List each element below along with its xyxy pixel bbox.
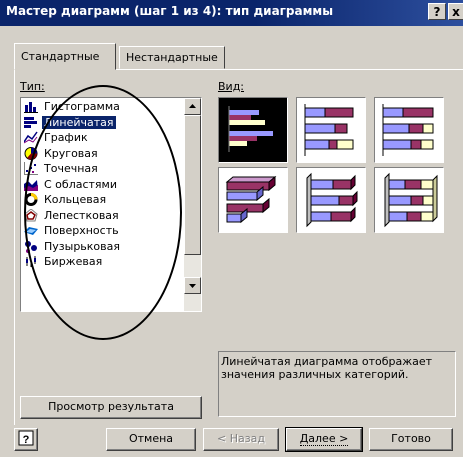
finish-button[interactable]: Готово — [369, 428, 453, 451]
3d-percent-stacked-bar-thumbnail — [384, 172, 438, 228]
subtype-3d-clustered-bar[interactable] — [218, 167, 288, 233]
column-chart-icon — [24, 102, 38, 113]
tab-standard-label: Стандартные — [21, 50, 100, 63]
subtype-100-stacked-bar[interactable] — [374, 97, 444, 163]
subtype-3d-100-stacked-bar[interactable] — [374, 167, 444, 233]
list-item[interactable]: Круговая — [22, 146, 184, 162]
scroll-up-button[interactable] — [184, 98, 201, 115]
line-chart-icon — [24, 131, 38, 144]
title-bar: Мастер диаграмм (шаг 1 из 4): тип диагра… — [0, 0, 463, 26]
list-item[interactable]: Лепестковая — [22, 208, 184, 224]
list-item-label: Поверхность — [44, 224, 119, 237]
chart-wizard-dialog: Мастер диаграмм (шаг 1 из 4): тип диагра… — [0, 0, 463, 457]
bar-chart-icon — [24, 116, 37, 128]
view-label-text: Вид: — [218, 80, 245, 93]
list-item[interactable]: Поверхность — [22, 223, 184, 239]
next-button[interactable]: Далее > — [285, 427, 363, 452]
chart-description: Линейчатая диаграмма отображает значения… — [218, 351, 456, 417]
list-item[interactable]: Гистограмма — [22, 99, 184, 115]
help-title-button[interactable]: ? — [428, 3, 446, 20]
tab-custom[interactable]: Нестандартные — [119, 46, 225, 69]
pie-chart-icon — [24, 146, 38, 160]
3d-stacked-bar-thumbnail — [306, 172, 358, 228]
help-icon: ? — [18, 430, 34, 446]
scroll-thumb[interactable] — [184, 115, 201, 255]
list-item[interactable]: Биржевая — [22, 254, 184, 270]
list-item[interactable]: С областями — [22, 177, 184, 193]
list-item-label: Линейчатая — [42, 115, 116, 129]
scroll-down-button[interactable] — [184, 277, 201, 294]
list-scrollbar[interactable] — [184, 98, 201, 311]
cancel-button[interactable]: Отмена — [106, 428, 196, 451]
down-arrow-icon — [189, 284, 196, 288]
list-item-label: Биржевая — [44, 255, 103, 268]
list-item-label: Кольцевая — [44, 193, 107, 206]
3d-clustered-bar-thumbnail — [225, 175, 277, 224]
chart-type-list[interactable]: Гистограмма Линейчатая График Круговая Т… — [20, 97, 202, 312]
clustered-bar-thumbnail — [228, 106, 273, 152]
list-item-label: Круговая — [44, 146, 98, 160]
list-item[interactable]: График — [22, 130, 184, 146]
list-item-label: Лепестковая — [44, 208, 119, 222]
subtype-3d-stacked-bar[interactable] — [296, 167, 366, 233]
percent-stacked-bar-thumbnail — [382, 104, 434, 156]
svg-text:?: ? — [23, 434, 30, 446]
tab-standard[interactable]: Стандартные — [14, 43, 116, 70]
subtype-clustered-bar[interactable] — [218, 97, 288, 163]
doughnut-chart-icon — [24, 193, 38, 206]
list-item-label: График — [44, 131, 88, 144]
subtype-stacked-bar[interactable] — [296, 97, 366, 163]
view-label: Вид: — [218, 80, 244, 93]
close-button[interactable]: x — [448, 3, 463, 20]
list-item[interactable]: Линейчатая — [22, 115, 184, 131]
type-label: Тип: — [20, 80, 45, 93]
preview-button[interactable]: Просмотр результата — [20, 396, 202, 419]
list-item-label: Гистограмма — [44, 100, 120, 113]
help-button[interactable]: ? — [14, 428, 38, 451]
radar-chart-icon — [24, 208, 38, 221]
bubble-chart-icon — [25, 240, 37, 253]
list-item-label: Точечная — [44, 162, 98, 175]
stacked-bar-thumbnail — [304, 104, 354, 156]
next-button-label: Далее > — [299, 432, 349, 446]
area-chart-icon — [24, 179, 38, 191]
window-title: Мастер диаграмм (шаг 1 из 4): тип диагра… — [6, 4, 334, 18]
list-item[interactable]: Пузырьковая — [22, 239, 184, 255]
up-arrow-icon — [189, 104, 196, 108]
list-item-label: С областями — [44, 177, 117, 191]
back-button[interactable]: < Назад — [203, 428, 279, 451]
stock-chart-icon — [26, 256, 36, 267]
list-item[interactable]: Точечная — [22, 161, 184, 177]
type-label-text: Тип: — [20, 80, 45, 93]
surface-chart-icon — [24, 227, 38, 235]
scatter-chart-icon — [24, 162, 38, 175]
list-item-label: Пузырьковая — [44, 239, 120, 253]
list-item[interactable]: Кольцевая — [22, 192, 184, 208]
tab-custom-label: Нестандартные — [126, 51, 218, 64]
